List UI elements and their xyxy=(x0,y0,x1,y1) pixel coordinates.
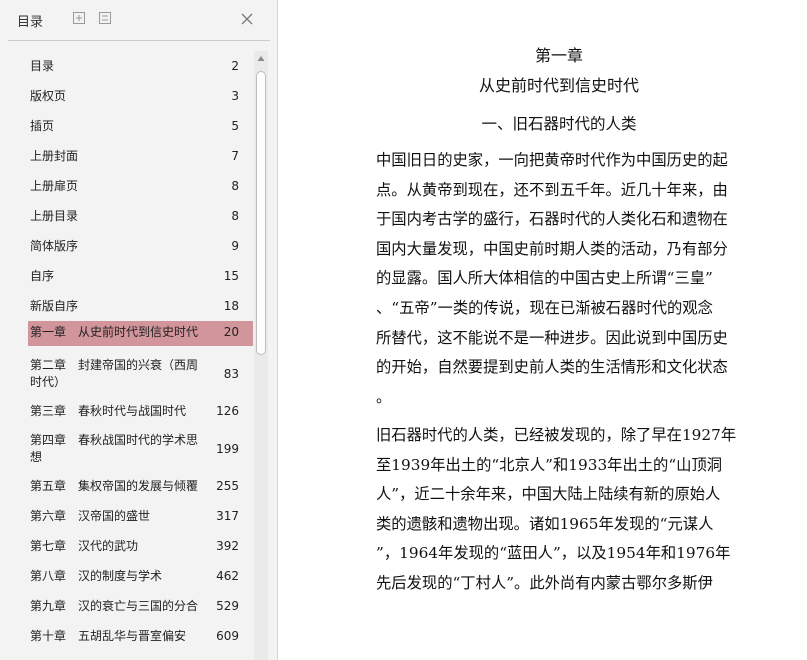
toc-list: 目录 2 版权页 3 插页 5 上册封面 7 上册扉页 8 上册目录 8 简体版序 9 自序 15 新版自序 18… xyxy=(28,51,254,660)
toc-item-page: 15 xyxy=(223,269,239,283)
toc-panel: 目录 目录 2 版权页 3 插页 5 上册封面 7 上册扉页 8 上册目录 8 简体版序 9 自序 15 新版自… xyxy=(0,0,278,660)
toc-item[interactable]: 第四章 春秋战国时代的学术思想 199 xyxy=(28,426,253,471)
toc-item-label: 目录 xyxy=(30,59,55,73)
toc-item-page: 317 xyxy=(216,509,239,523)
text-line: 所替代，这不能说不是一种进步。因此说到中国历史 xyxy=(376,328,728,347)
text-line: 点。从黄帝到现在，还不到五千年。近几十年来，由 xyxy=(376,180,728,199)
document-page: 第一章 从史前时代到信史时代 一、旧石器时代的人类 中国旧日的史家，一向把黄帝时… xyxy=(279,0,807,660)
toc-item-label: 第三章 春秋时代与战国时代 xyxy=(30,404,187,418)
toc-item-label: 第十章 五胡乱华与晋室偏安 xyxy=(30,629,187,643)
section-title: 一、旧石器时代的人类 xyxy=(481,115,637,133)
toc-item-label: 上册封面 xyxy=(30,149,79,163)
toc-item-label: 自序 xyxy=(30,269,55,283)
toc-item[interactable]: 插页 5 xyxy=(28,111,253,141)
toc-item-label: 第五章 集权帝国的发展与倾覆 xyxy=(30,479,199,493)
expand-all-icon[interactable] xyxy=(72,11,86,25)
toc-item-label: 第一章 从史前时代到信史时代 xyxy=(30,325,199,339)
chapter-title: 第一章 xyxy=(534,46,583,65)
text-line: 的开始，自然要提到史前人类的生活情形和文化状态 xyxy=(376,358,728,377)
toc-item-page: 5 xyxy=(231,119,239,133)
toc-item-label: 版权页 xyxy=(30,89,67,103)
toc-item-page: 462 xyxy=(216,569,239,583)
toc-item-page: 199 xyxy=(216,442,239,456)
text-line: 先后发现的“丁村人”。此外尚有内蒙古鄂尔多斯伊 xyxy=(376,573,713,592)
toc-item-label: 第九章 汉的衰亡与三国的分合 xyxy=(30,599,199,613)
toc-panel-title: 目录 xyxy=(17,15,44,30)
toc-item-page: 20 xyxy=(223,325,239,339)
toc-item-page: 3 xyxy=(231,89,239,103)
toc-item-label: 第八章 汉的制度与学术 xyxy=(30,569,163,583)
close-icon[interactable] xyxy=(240,11,254,25)
text-line: 中国旧日的史家，一向把黄帝时代作为中国历史的起 xyxy=(376,151,728,169)
toc-item[interactable]: 目录 2 xyxy=(28,51,253,81)
toc-item-page: 9 xyxy=(231,239,239,253)
toc-item-page: 8 xyxy=(231,179,239,193)
toc-item-label: 新版自序 xyxy=(30,299,79,313)
toc-item[interactable]: 第十章 五胡乱华与晋室偏安 609 xyxy=(28,621,253,651)
text-line: 人”，近二十余年来，中国大陆上陆续有新的原始人 xyxy=(376,485,721,504)
toc-item[interactable]: 版权页 3 xyxy=(28,81,253,111)
text-line: 国内大量发现，中国史前时期人类的活动，乃有部分 xyxy=(376,239,728,258)
toc-item-page: 392 xyxy=(216,539,239,553)
toc-item-page: 7 xyxy=(231,149,239,163)
text-line: 的显露。国人所大体相信的中国古史上所谓“三皇” xyxy=(376,269,713,288)
chapter-subtitle: 从史前时代到信史时代 xyxy=(478,76,639,95)
toc-item-label: 第六章 汉帝国的盛世 xyxy=(30,509,151,523)
paragraph-1: 中国旧日的史家，一向把黄帝时代作为中国历史的起 点。从黄帝到现在，还不到五千年。近… xyxy=(376,146,748,412)
toc-item[interactable]: 第六章 汉帝国的盛世 317 xyxy=(28,501,253,531)
toc-item[interactable]: 新版自序 18 xyxy=(28,291,253,321)
toc-item[interactable]: 简体版序 9 xyxy=(28,231,253,261)
collapse-all-icon[interactable] xyxy=(98,11,112,25)
toc-item-label: 插页 xyxy=(30,119,55,133)
text-line: 于国内考古学的盛行，石器时代的人类化石和遗物在 xyxy=(376,210,728,229)
text-line: 至1939年出土的“北京人”和1933年出土的“山顶洞 xyxy=(376,455,723,474)
scroll-up-arrow-icon[interactable] xyxy=(254,51,268,67)
toc-item-page: 255 xyxy=(216,479,239,493)
scroll-thumb[interactable] xyxy=(256,71,266,355)
toc-item-label: 第四章 春秋战国时代的学术思想 xyxy=(30,433,199,464)
toc-item[interactable]: 第二章 封建帝国的兴衰（西周时代） 83 xyxy=(28,351,253,396)
toc-item[interactable]: 上册封面 7 xyxy=(28,141,253,171)
toc-item[interactable]: 第九章 汉的衰亡与三国的分合 529 xyxy=(28,591,253,621)
text-line: 。 xyxy=(376,387,392,406)
toc-item[interactable]: 第三章 春秋时代与战国时代 126 xyxy=(28,396,253,426)
toc-scrollbar[interactable] xyxy=(254,51,268,660)
toc-item[interactable]: 上册目录 8 xyxy=(28,201,253,231)
toc-item-page: 529 xyxy=(216,599,239,613)
toc-item-page: 126 xyxy=(216,404,239,418)
toc-item[interactable]: 第一章 从史前时代到信史时代 20 xyxy=(28,321,253,346)
toc-item[interactable]: 第七章 汉代的武功 392 xyxy=(28,531,253,561)
toc-item-label: 第二章 封建帝国的兴衰（西周时代） xyxy=(30,358,199,389)
toc-panel-header: 目录 xyxy=(0,0,278,40)
text-line: 类的遗骸和遗物出现。诸如1965年发现的“元谋人 xyxy=(376,514,714,533)
toc-item[interactable]: 第五章 集权帝国的发展与倾覆 255 xyxy=(28,471,253,501)
text-line: ”，1964年发现的“蓝田人”，以及1954年和1976年 xyxy=(376,544,731,563)
header-divider xyxy=(8,40,270,41)
toc-item-label: 上册扉页 xyxy=(30,179,79,193)
toc-item-label: 上册目录 xyxy=(30,209,79,223)
toc-item-page: 609 xyxy=(216,629,239,643)
toc-item-label: 简体版序 xyxy=(30,239,79,253)
toc-item-label: 第七章 汉代的武功 xyxy=(30,539,139,553)
toc-item-page: 83 xyxy=(223,367,239,381)
toc-item-page: 8 xyxy=(231,209,239,223)
toc-item[interactable]: 第八章 汉的制度与学术 462 xyxy=(28,561,253,591)
toc-item[interactable]: 自序 15 xyxy=(28,261,253,291)
toc-item-page: 18 xyxy=(223,299,239,313)
toc-item-page: 2 xyxy=(231,59,239,73)
text-line: 旧石器时代的人类，已经被发现的，除了早在1927年 xyxy=(376,426,737,444)
paragraph-2: 旧石器时代的人类，已经被发现的，除了早在1927年 至1939年出土的“北京人”和… xyxy=(376,421,748,599)
text-line: 、“五帝”一类的传说，现在已渐被石器时代的观念 xyxy=(376,298,713,317)
toc-item[interactable]: 上册扉页 8 xyxy=(28,171,253,201)
